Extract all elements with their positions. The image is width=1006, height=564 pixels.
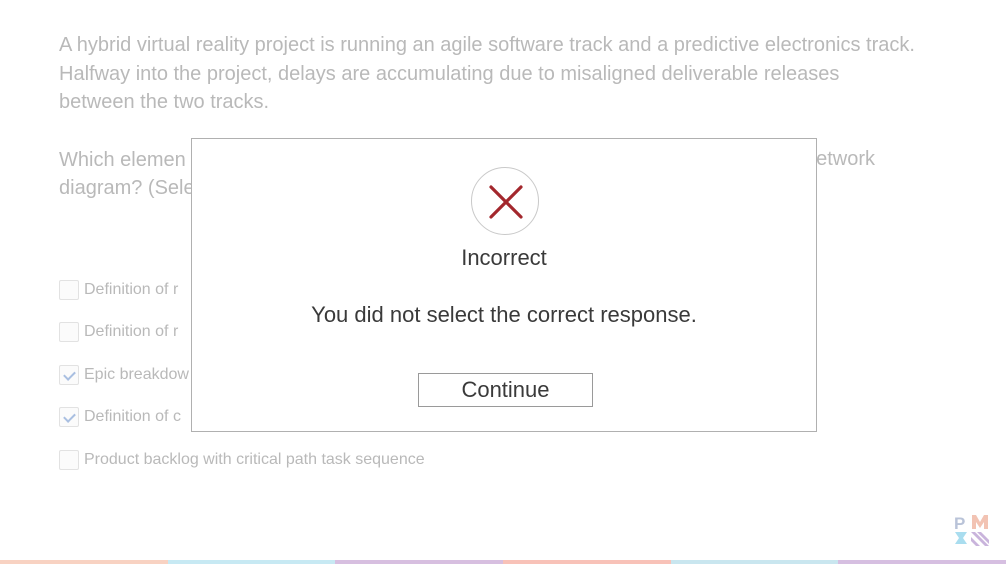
- answer-option-1[interactable]: Definition of r: [59, 279, 178, 301]
- svg-text:P: P: [954, 514, 965, 533]
- feedback-dialog: Incorrect You did not select the correct…: [191, 138, 817, 432]
- question-paragraph-1: A hybrid virtual reality project is runn…: [59, 34, 915, 113]
- color-segment: [335, 560, 504, 564]
- color-segment: [503, 560, 671, 564]
- answer-option-5[interactable]: Product backlog with critical path task …: [59, 449, 425, 471]
- question-paragraph-2-line-2: diagram? (Sele: [59, 177, 195, 199]
- checkbox-checked[interactable]: [59, 365, 79, 385]
- checkbox[interactable]: [59, 322, 79, 342]
- answer-option-label: Epic breakdow: [84, 366, 189, 383]
- dialog-message: You did not select the correct response.: [311, 302, 697, 327]
- answer-option-label: Definition of c: [84, 408, 181, 425]
- checkbox[interactable]: [59, 450, 79, 470]
- dialog-title: Incorrect: [461, 245, 547, 270]
- color-segment: [167, 560, 336, 564]
- question-paragraph-2-line-1: Which elemen: [59, 148, 186, 171]
- color-segment: [838, 560, 1006, 564]
- answer-option-label: Definition of r: [84, 281, 179, 298]
- answer-option-3[interactable]: Epic breakdow: [59, 364, 189, 386]
- pmi-logo: P: [953, 513, 991, 547]
- checkbox-checked[interactable]: [59, 407, 79, 427]
- answer-option-4[interactable]: Definition of c: [59, 406, 181, 428]
- color-segment: [0, 560, 168, 564]
- answer-option-label: Product backlog with critical path task …: [84, 451, 425, 468]
- color-segment: [670, 560, 839, 564]
- checkbox[interactable]: [59, 280, 79, 300]
- continue-button[interactable]: Continue: [418, 373, 593, 407]
- x-mark-icon: [471, 167, 539, 235]
- answer-option-2[interactable]: Definition of r: [59, 321, 178, 343]
- answer-option-label: Definition of r: [84, 323, 179, 340]
- bottom-color-bar: [0, 560, 1006, 564]
